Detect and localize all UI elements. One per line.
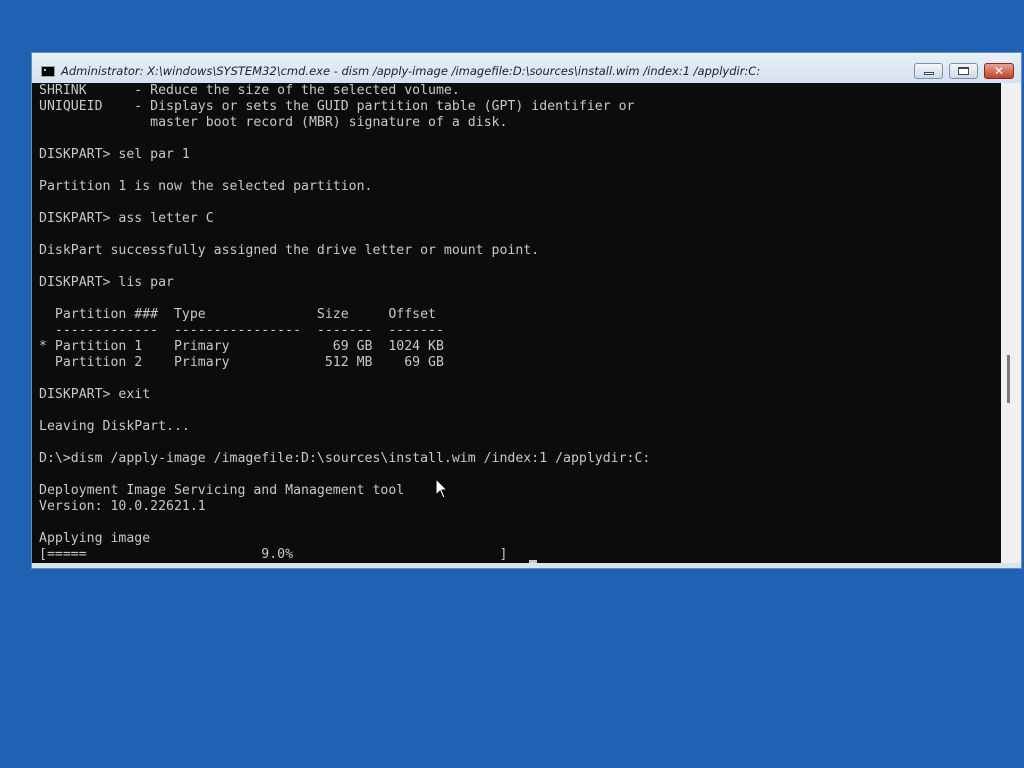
restore-icon xyxy=(958,67,969,75)
window-bottom-border xyxy=(32,563,1021,568)
title-bar[interactable]: Administrator: X:\windows\SYSTEM32\cmd.e… xyxy=(32,53,1021,83)
minimize-icon xyxy=(923,72,934,75)
vertical-scrollbar[interactable] xyxy=(1001,83,1021,563)
cmd-window: Administrator: X:\windows\SYSTEM32\cmd.e… xyxy=(31,52,1022,569)
close-button[interactable]: ✕ xyxy=(984,63,1014,79)
cmd-app-icon[interactable] xyxy=(41,66,55,77)
console-text: SHRINK - Reduce the size of the selected… xyxy=(39,83,651,562)
scrollbar-thumb[interactable] xyxy=(1007,355,1010,403)
mouse-pointer-icon xyxy=(435,478,449,499)
window-title: Administrator: X:\windows\SYSTEM32\cmd.e… xyxy=(61,64,761,78)
maximize-button[interactable] xyxy=(949,63,978,79)
console-output[interactable]: SHRINK - Reduce the size of the selected… xyxy=(32,83,1001,563)
minimize-button[interactable] xyxy=(914,63,943,79)
close-icon: ✕ xyxy=(993,64,1005,78)
